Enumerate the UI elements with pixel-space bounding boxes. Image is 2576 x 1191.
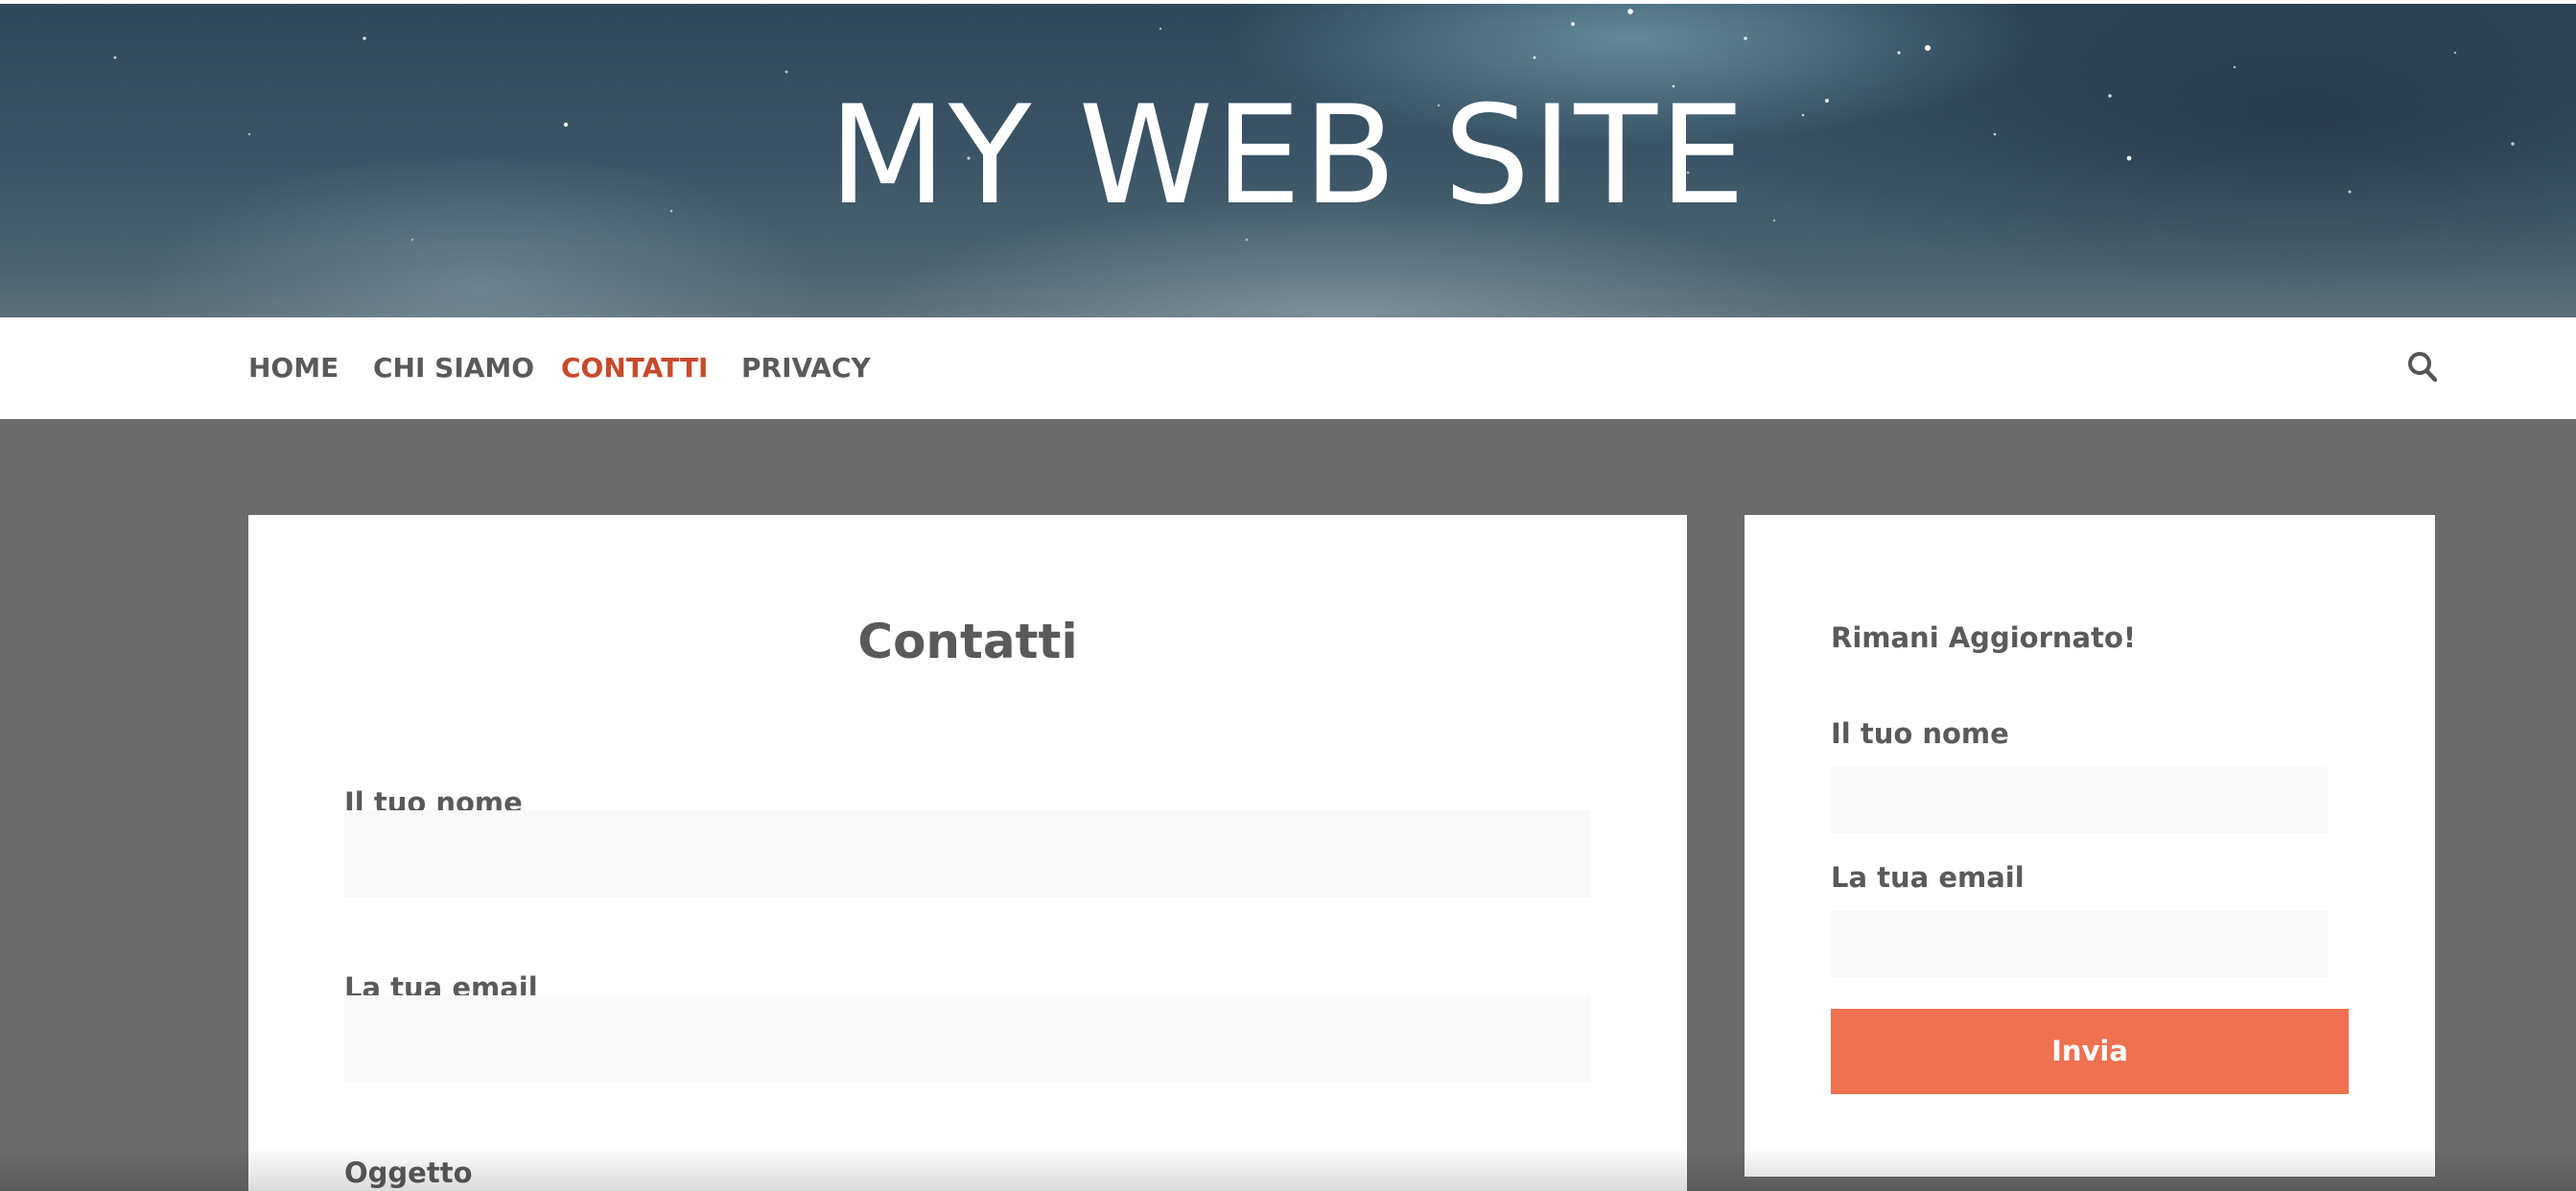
newsletter-heading: Rimani Aggiornato! xyxy=(1831,621,2137,654)
newsletter-email-label: La tua email xyxy=(1831,861,2025,894)
email-field[interactable] xyxy=(344,995,1591,1083)
nav-item-home[interactable]: HOME xyxy=(248,349,339,387)
contact-form-card: Contatti Il tuo nome La tua email Oggett… xyxy=(248,515,1687,1191)
site-title[interactable]: MY WEB SITE xyxy=(0,75,2576,238)
search-button[interactable] xyxy=(2407,351,2438,384)
header-banner: MY WEB SITE xyxy=(0,0,2576,317)
page-title: Contatti xyxy=(857,614,1078,669)
search-icon xyxy=(2408,352,2438,383)
newsletter-name-label: Il tuo nome xyxy=(1831,717,2009,750)
main-navigation: HOME CHI SIAMO CONTATTI PRIVACY xyxy=(0,317,2576,419)
nav-item-privacy[interactable]: PRIVACY xyxy=(741,349,871,387)
newsletter-widget: Rimani Aggiornato! Il tuo nome La tua em… xyxy=(1745,515,2435,1177)
subject-field-label: Oggetto xyxy=(344,1156,473,1189)
newsletter-name-field[interactable] xyxy=(1831,767,2328,833)
nav-item-chi-siamo[interactable]: CHI SIAMO xyxy=(373,349,534,387)
newsletter-email-field[interactable] xyxy=(1831,911,2328,977)
submit-button[interactable]: Invia xyxy=(1831,1009,2349,1094)
name-field[interactable] xyxy=(344,810,1591,898)
nav-item-contatti[interactable]: CONTATTI xyxy=(561,349,708,387)
